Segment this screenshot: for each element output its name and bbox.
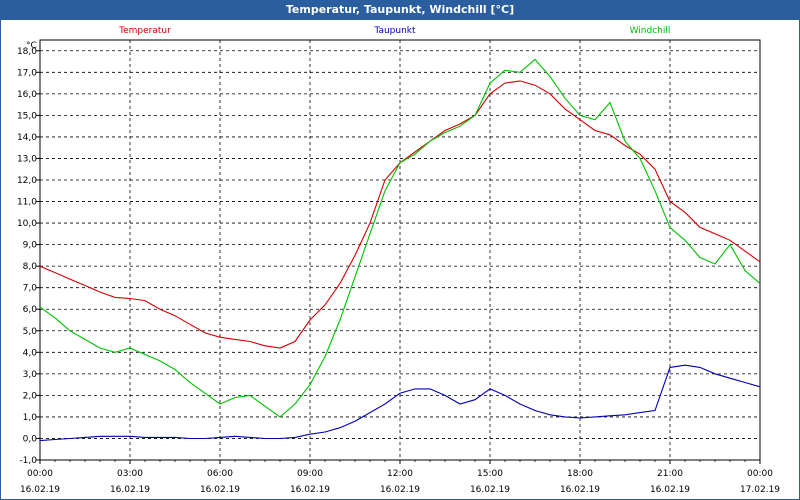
y-tick-label: 12,0 [17, 176, 37, 186]
y-tick-label: 14,0 [17, 133, 37, 143]
y-tick-label: 7,0 [23, 284, 38, 294]
y-tick-label: -1,0 [19, 456, 37, 466]
x-axis: 00:00 16.02.19 03:00 16.02.19 06:00 16.02.19 0… [20, 460, 780, 495]
x-tick-time-label: 03:00 [117, 469, 143, 479]
x-tick-date-label: 16.02.19 [470, 485, 510, 495]
x-tick-date-label: 16.02.19 [650, 485, 690, 495]
y-tick-label: 9,0 [23, 241, 38, 251]
y-tick-label: 15,0 [17, 111, 37, 121]
legend: Temperatur Taupunkt Windchill [118, 26, 670, 36]
y-unit-label: °C [26, 41, 37, 51]
x-tick-time-label: 06:00 [207, 469, 233, 479]
x-tick-time-label: 18:00 [567, 469, 593, 479]
x-tick-date-label: 16.02.19 [290, 485, 330, 495]
legend-item-windchill: Windchill [630, 26, 671, 36]
chart-canvas: -1,0 0,0 1,0 2,0 3,0 4,0 5,0 6,0 7,0 8,0 9,0 10,0 11… [17, 26, 780, 495]
x-tick-date-label: 16.02.19 [20, 485, 60, 495]
x-tick-date-label: 16.02.19 [380, 485, 420, 495]
y-tick-label: 4,0 [23, 348, 38, 358]
y-tick-label: 6,0 [23, 305, 38, 315]
x-tick-date-label: 16.02.19 [200, 485, 240, 495]
y-tick-label: 3,0 [23, 370, 38, 380]
x-tick-date-label: 17.02.19 [740, 485, 780, 495]
y-tick-label: 1,0 [23, 413, 38, 423]
x-tick-time-label: 00:00 [27, 469, 53, 479]
y-tick-label: 11,0 [17, 198, 37, 208]
y-tick-label: 16,0 [17, 90, 37, 100]
y-tick-label: 8,0 [23, 262, 38, 272]
x-tick-time-label: 15:00 [477, 469, 503, 479]
x-tick-time-label: 00:00 [747, 469, 773, 479]
x-tick-time-label: 12:00 [387, 469, 413, 479]
y-tick-label: 10,0 [17, 219, 37, 229]
y-tick-label: 2,0 [23, 391, 38, 401]
y-tick-label: 17,0 [17, 68, 37, 78]
x-tick-time-label: 21:00 [657, 469, 683, 479]
y-tick-label: 5,0 [23, 327, 38, 337]
legend-item-taupunkt: Taupunkt [373, 26, 416, 36]
x-tick-time-label: 09:00 [297, 469, 323, 479]
y-tick-label: 0,0 [23, 434, 38, 444]
y-tick-label: 13,0 [17, 154, 37, 164]
x-tick-date-label: 16.02.19 [110, 485, 150, 495]
y-axis: -1,0 0,0 1,0 2,0 3,0 4,0 5,0 6,0 7,0 8,0 9,0 10,0 11… [17, 47, 40, 466]
legend-item-temperatur: Temperatur [118, 26, 171, 36]
x-tick-date-label: 16.02.19 [560, 485, 600, 495]
